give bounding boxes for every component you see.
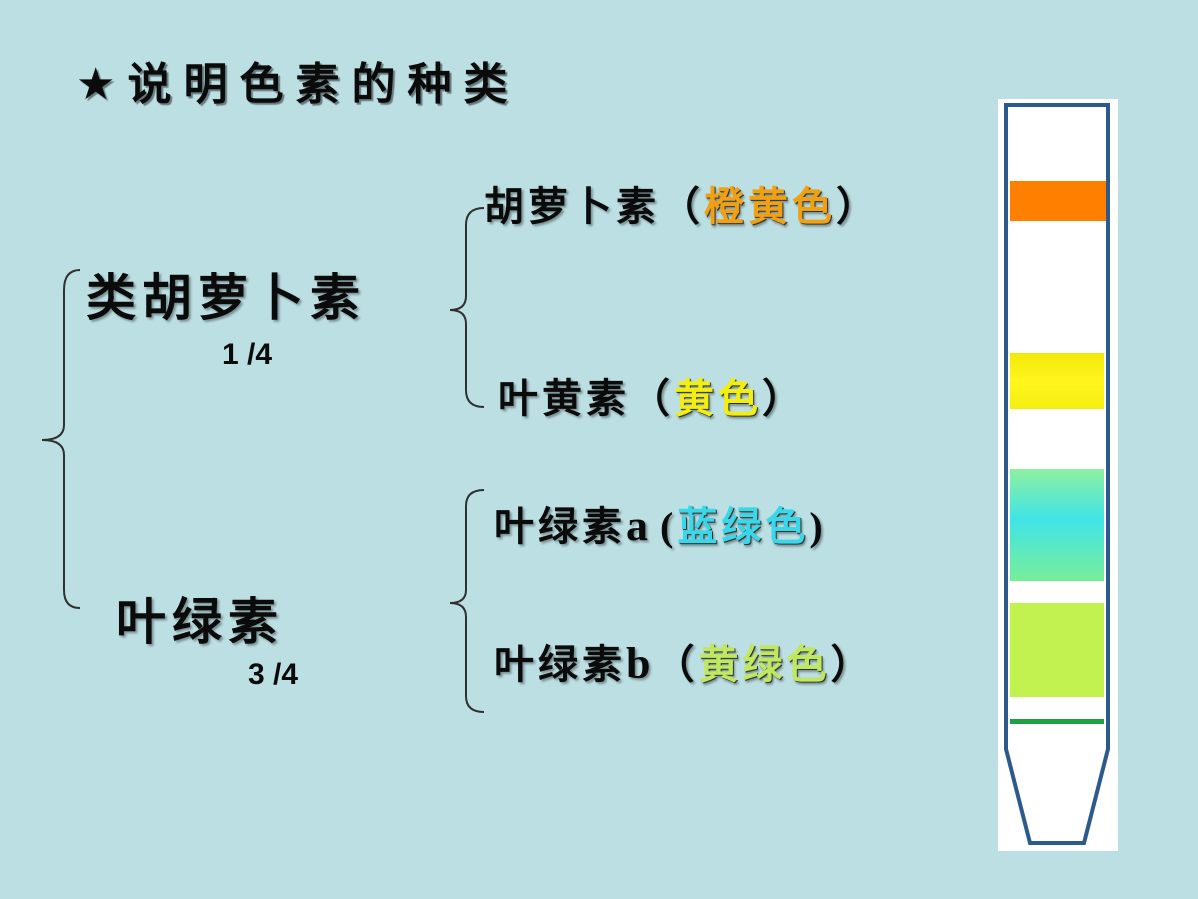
carotene-close-paren: ） — [836, 184, 880, 230]
xanthophyll-close-paren: ） — [762, 376, 806, 422]
chlorophyll-b-suffix: b — [626, 639, 655, 688]
chlorophyll-a-label: 叶绿素 — [494, 504, 626, 550]
band-chlorophyll-b — [1010, 603, 1104, 697]
carotene-open-paren: （ — [660, 184, 704, 230]
band-chlorophyll-a — [1010, 469, 1104, 581]
chlorophyll-a-color: 蓝绿色 — [677, 504, 810, 550]
chlorophyll-brace — [449, 489, 485, 713]
xanthophyll-color: 黄色 — [674, 376, 762, 422]
band-xanthophyll — [1010, 353, 1104, 409]
main-brace — [41, 269, 81, 609]
xanthophyll-row: 叶黄素（黄色） — [498, 366, 806, 424]
carotenoid-label: 类胡萝卜素 — [86, 269, 366, 327]
chlorophyll-fraction: 3 /4 — [248, 658, 299, 691]
chlorophyll-a-open-paren: ( — [660, 504, 678, 549]
chlorophyll-a-close-paren: ) — [809, 504, 827, 549]
chlorophyll-b-row: 叶绿素b（黄绿色） — [494, 632, 874, 690]
chlorophyll-b-close-paren: ） — [830, 642, 875, 688]
chlorophyll-b-open-paren: （ — [654, 642, 699, 688]
chromatography-tube — [998, 99, 1118, 851]
chlorophyll-a-row: 叶绿素a (蓝绿色) — [494, 494, 827, 552]
band-carotene — [1010, 181, 1106, 221]
xanthophyll-open-paren: （ — [630, 376, 674, 422]
carotene-row: 胡萝卜素（橙黄色） — [484, 174, 880, 232]
carotenoid-fraction: 1 /4 — [222, 338, 273, 371]
chlorophyll-b-label: 叶绿素 — [494, 642, 626, 688]
band-origin-line — [1010, 719, 1104, 724]
carotenoid-brace — [449, 207, 485, 408]
carotene-color: 橙黄色 — [704, 184, 836, 230]
chlorophyll-label: 叶绿素 — [116, 593, 284, 651]
xanthophyll-label: 叶黄素 — [498, 376, 630, 422]
chlorophyll-b-color: 黄绿色 — [698, 642, 831, 688]
carotene-label: 胡萝卜素 — [484, 184, 660, 230]
chlorophyll-a-suffix: a — [626, 501, 652, 550]
